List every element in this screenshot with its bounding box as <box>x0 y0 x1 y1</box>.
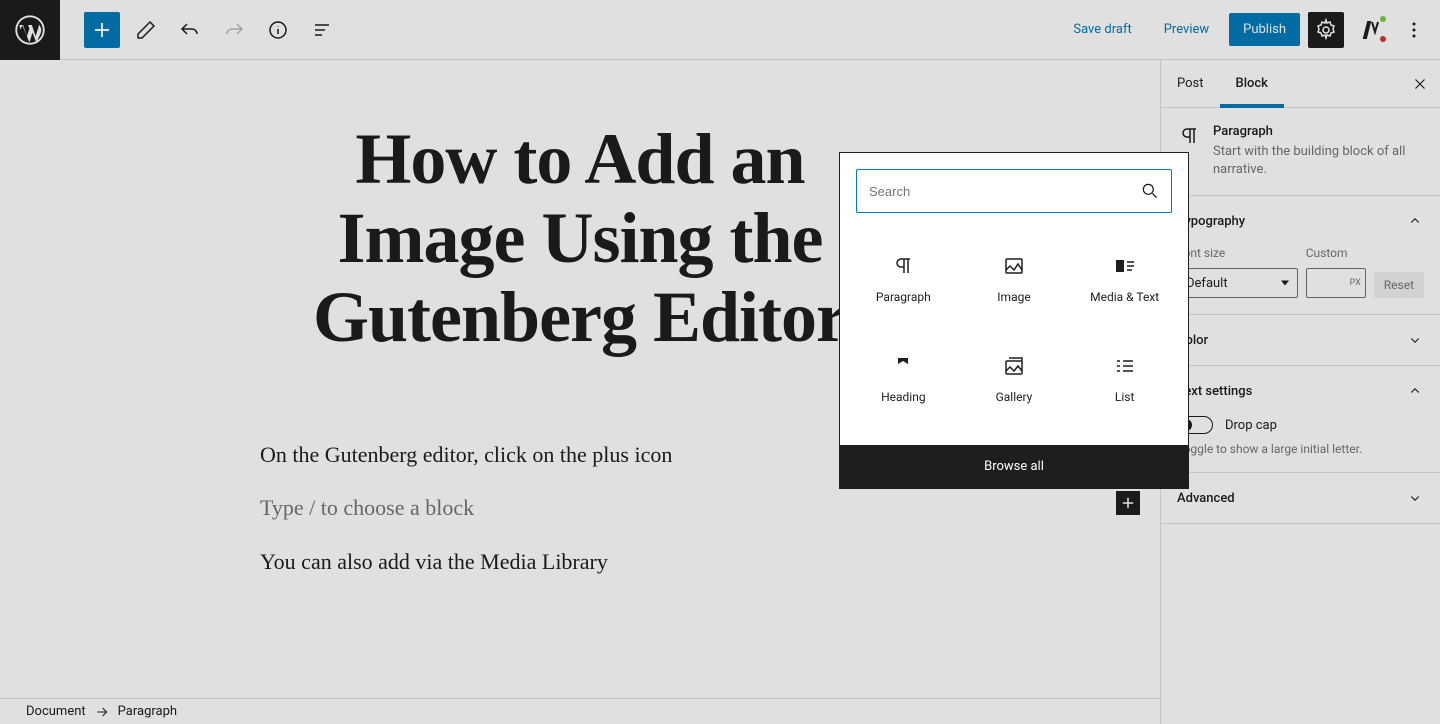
block-item-label: Media & Text <box>1090 290 1159 304</box>
plus-icon <box>90 18 114 42</box>
redo-button[interactable] <box>216 12 252 48</box>
paragraph-block[interactable]: On the Gutenberg editor, click on the pl… <box>260 438 900 471</box>
breadcrumb-current: Paragraph <box>118 704 177 719</box>
close-icon <box>1411 75 1429 93</box>
redo-icon <box>222 18 246 42</box>
gallery-icon <box>1002 354 1026 378</box>
drop-cap-help: Toggle to show a large initial letter. <box>1177 442 1424 456</box>
chevron-down-icon <box>1406 489 1424 507</box>
save-draft-button[interactable]: Save draft <box>1061 14 1143 45</box>
block-search-input[interactable] <box>856 169 1172 213</box>
block-title: Paragraph <box>1213 124 1424 139</box>
browse-all-button[interactable]: Browse all <box>840 445 1188 488</box>
inline-inserter-button[interactable] <box>1116 491 1140 515</box>
block-item-paragraph[interactable]: Paragraph <box>848 229 959 329</box>
add-block-button[interactable] <box>84 12 120 48</box>
color-toggle[interactable]: Color <box>1161 315 1440 365</box>
list-view-icon <box>310 18 334 42</box>
more-vertical-icon <box>1402 18 1426 42</box>
chevron-down-icon <box>1406 331 1424 349</box>
tab-block[interactable]: Block <box>1220 60 1284 108</box>
block-item-label: Paragraph <box>876 290 931 304</box>
advanced-heading: Advanced <box>1177 491 1235 506</box>
font-size-select[interactable]: Default <box>1177 268 1298 298</box>
plus-icon <box>1119 494 1137 512</box>
px-unit: PX <box>1350 278 1361 288</box>
advanced-panel: Advanced <box>1161 473 1440 524</box>
more-options-button[interactable] <box>1396 12 1432 48</box>
block-item-label: Heading <box>881 390 926 404</box>
heading-icon <box>891 354 915 378</box>
paragraph-block[interactable]: You can also add via the Media Library <box>260 545 900 578</box>
reset-button[interactable]: Reset <box>1374 272 1424 298</box>
yoast-icon <box>1358 18 1382 42</box>
pencil-icon <box>134 18 158 42</box>
settings-sidebar: Post Block Paragraph Start with the buil… <box>1160 60 1440 724</box>
preview-button[interactable]: Preview <box>1152 14 1221 45</box>
sidebar-tabs: Post Block <box>1161 60 1440 108</box>
chevron-up-icon <box>1406 382 1424 400</box>
block-item-label: List <box>1115 390 1135 404</box>
paragraph-icon <box>1177 124 1201 148</box>
info-icon <box>266 18 290 42</box>
custom-label: Custom <box>1306 246 1366 260</box>
block-item-heading[interactable]: Heading <box>848 329 959 429</box>
block-description: Start with the building block of all nar… <box>1213 143 1424 179</box>
text-settings-toggle[interactable]: Text settings <box>1161 366 1440 416</box>
color-panel: Color <box>1161 315 1440 366</box>
close-sidebar-button[interactable] <box>1408 72 1432 96</box>
paragraph-icon <box>891 254 915 278</box>
block-item-image[interactable]: Image <box>959 229 1070 329</box>
settings-button[interactable] <box>1308 12 1344 48</box>
tools-button[interactable] <box>128 12 164 48</box>
tab-post[interactable]: Post <box>1161 60 1220 108</box>
gear-icon <box>1314 18 1338 42</box>
block-item-list[interactable]: List <box>1069 329 1180 429</box>
outline-button[interactable] <box>304 12 340 48</box>
custom-size-input[interactable]: PX <box>1306 268 1366 298</box>
undo-button[interactable] <box>172 12 208 48</box>
advanced-toggle[interactable]: Advanced <box>1161 473 1440 523</box>
image-icon <box>1002 254 1026 278</box>
block-item-label: Gallery <box>996 390 1033 404</box>
breadcrumb-document[interactable]: Document <box>26 704 86 719</box>
search-icon <box>1140 181 1160 201</box>
typography-panel: Typography Font size Default Custom PX R… <box>1161 196 1440 315</box>
block-placeholder: Type / to choose a block <box>260 495 474 520</box>
block-item-media-text[interactable]: Media & Text <box>1069 229 1180 329</box>
wordpress-logo[interactable] <box>0 0 60 60</box>
yoast-button[interactable] <box>1352 12 1388 48</box>
text-settings-panel: Text settings Drop cap Toggle to show a … <box>1161 366 1440 473</box>
media-text-icon <box>1113 254 1137 278</box>
post-title[interactable]: How to Add an Image Using the Gutenberg … <box>260 120 900 358</box>
top-toolbar: Save draft Preview Publish <box>0 0 1440 60</box>
arrow-right-icon <box>94 704 110 720</box>
block-info: Paragraph Start with the building block … <box>1161 108 1440 196</box>
font-size-label: Font size <box>1177 246 1298 260</box>
block-item-label: Image <box>997 290 1030 304</box>
publish-button[interactable]: Publish <box>1229 13 1300 46</box>
block-inserter-popover: Paragraph Image Media & Text Heading Gal… <box>839 152 1189 489</box>
typography-toggle[interactable]: Typography <box>1161 196 1440 246</box>
info-button[interactable] <box>260 12 296 48</box>
list-icon <box>1113 354 1137 378</box>
chevron-up-icon <box>1406 212 1424 230</box>
undo-icon <box>178 18 202 42</box>
block-item-gallery[interactable]: Gallery <box>959 329 1070 429</box>
wordpress-icon <box>15 15 45 45</box>
block-breadcrumb: Document Paragraph <box>0 698 1160 724</box>
drop-cap-label: Drop cap <box>1225 418 1277 433</box>
empty-paragraph-block[interactable]: Type / to choose a block <box>260 495 900 521</box>
